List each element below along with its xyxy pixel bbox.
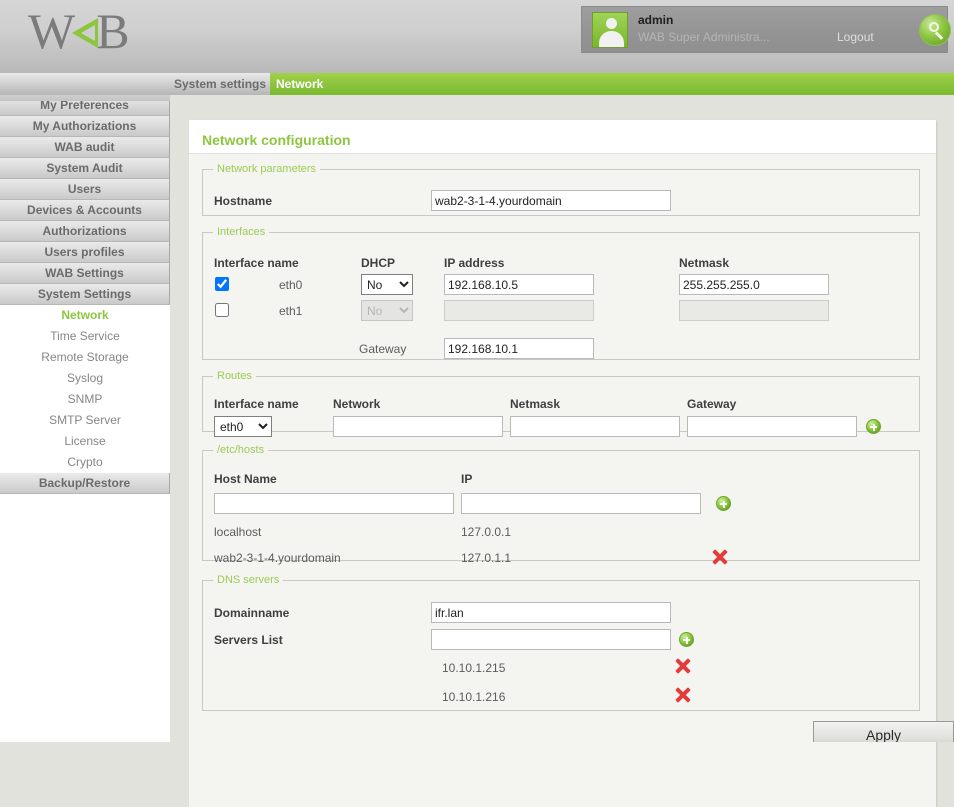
network-configuration-panel: Network configuration Network parameters…	[189, 120, 936, 807]
sidebar-subitem-snmp[interactable]: SNMP	[0, 389, 170, 410]
routes-col-gateway: Gateway	[687, 397, 737, 411]
route-gateway-input[interactable]	[687, 416, 857, 437]
sidebar-item-devices-accounts[interactable]: Devices & Accounts	[0, 200, 170, 221]
sidebar-item-my-authorizations[interactable]: My Authorizations	[0, 116, 170, 137]
sidebar-item-users-profiles[interactable]: Users profiles	[0, 242, 170, 263]
host-name-input[interactable]	[214, 493, 454, 514]
host-row-ip-0: 127.0.0.1	[461, 525, 512, 539]
logo-letter-w: W	[28, 3, 77, 59]
sidebar-item-system-audit[interactable]: System Audit	[0, 158, 170, 179]
apply-button[interactable]: Apply	[813, 721, 954, 742]
hostname-input[interactable]	[431, 190, 671, 211]
hosts-fieldset: /etc/hosts Host Name IP localhost 127.0.…	[202, 444, 920, 565]
interfaces-col-dhcp: DHCP	[361, 256, 396, 270]
network-parameters-legend: Network parameters	[217, 163, 317, 175]
dns-servers-legend: DNS servers	[217, 574, 280, 586]
key-icon[interactable]	[919, 14, 951, 46]
hosts-col-ip: IP	[461, 472, 473, 486]
delete-dns-server-icon-0[interactable]	[675, 658, 691, 674]
interface-enable-checkbox-eth1[interactable]	[215, 303, 229, 317]
routes-col-network: Network	[333, 397, 381, 411]
sidebar-subitem-crypto[interactable]: Crypto	[0, 452, 170, 473]
sidebar-subitem-smtp-server[interactable]: SMTP Server	[0, 410, 170, 431]
host-row-name-0: localhost	[214, 525, 262, 539]
sidebar-subitem-license[interactable]: License	[0, 431, 170, 452]
sidebar-subitem-syslog[interactable]: Syslog	[0, 368, 170, 389]
domainname-input[interactable]	[431, 602, 671, 623]
routes-col-interface-name: Interface name	[214, 397, 299, 411]
delete-dns-server-icon-1[interactable]	[675, 687, 691, 703]
delete-host-icon-1[interactable]	[712, 549, 728, 565]
hosts-legend: /etc/hosts	[217, 444, 265, 456]
route-netmask-input[interactable]	[510, 416, 680, 437]
interfaces-fieldset: Interfaces Interface name DHCP IP addres…	[202, 226, 920, 360]
routes-legend: Routes	[217, 370, 252, 382]
servers-list-label: Servers List	[214, 633, 283, 647]
gateway-label: Gateway	[359, 342, 407, 356]
app-logo: W B	[28, 2, 131, 60]
hostname-label: Hostname	[214, 194, 273, 208]
domainname-label: Domainname	[214, 606, 290, 620]
user-panel: admin WAB Super Administra... Logout	[581, 6, 951, 53]
host-ip-input[interactable]	[461, 493, 701, 514]
ip-address-input-eth1	[444, 300, 594, 321]
sidebar-top-divider	[0, 95, 170, 101]
page-title: Network configuration	[202, 132, 351, 148]
gateway-input[interactable]	[444, 338, 594, 359]
content-area: Network configuration Network parameters…	[170, 95, 954, 807]
breadcrumb-item-network[interactable]: Network	[276, 77, 323, 91]
dhcp-select-eth1: No	[361, 300, 413, 321]
route-network-input[interactable]	[333, 416, 503, 437]
logo-letter-b: B	[96, 3, 131, 59]
add-route-icon[interactable]	[866, 419, 881, 434]
interfaces-col-netmask: Netmask	[679, 256, 730, 270]
sidebar-subitem-remote-storage[interactable]: Remote Storage	[0, 347, 170, 368]
user-name: admin	[638, 13, 674, 27]
green-triangle-arrow-icon	[72, 18, 99, 48]
sidebar-item-backup-restore[interactable]: Backup/Restore	[0, 473, 170, 494]
add-host-icon[interactable]	[716, 496, 731, 511]
sidebar-item-wab-settings[interactable]: WAB Settings	[0, 263, 170, 284]
interfaces-col-interface-name: Interface name	[214, 256, 299, 270]
dhcp-select-eth0[interactable]: No	[361, 274, 413, 295]
interface-name-eth0: eth0	[279, 278, 303, 292]
interface-name-eth1: eth1	[279, 304, 303, 318]
dns-server-address-0: 10.10.1.215	[442, 661, 506, 675]
netmask-input-eth0[interactable]	[679, 274, 829, 295]
top-header-bar: W B admin WAB Super Administra... Logout	[0, 0, 954, 73]
hosts-col-host-name: Host Name	[214, 472, 277, 486]
add-dns-server-icon[interactable]	[679, 632, 694, 647]
sidebar-item-authorizations[interactable]: Authorizations	[0, 221, 170, 242]
sidebar-item-users[interactable]: Users	[0, 179, 170, 200]
sidebar-subitem-network[interactable]: Network	[0, 305, 170, 326]
interface-enable-checkbox-eth0[interactable]	[215, 277, 229, 291]
host-row-name-1: wab2-3-1-4.yourdomain	[214, 551, 341, 565]
routes-fieldset: Routes Interface name Network Netmask Ga…	[202, 370, 920, 437]
interfaces-col-ip-address: IP address	[444, 256, 505, 270]
sidebar-item-wab-audit[interactable]: WAB audit	[0, 137, 170, 158]
dns-server-address-1: 10.10.1.216	[442, 690, 506, 704]
user-avatar-icon	[592, 12, 628, 48]
breadcrumb: System settings Network	[0, 73, 954, 95]
apply-button-container: Apply	[813, 721, 954, 742]
network-parameters-fieldset: Network parameters Hostname	[202, 163, 920, 216]
logout-link[interactable]: Logout	[837, 30, 874, 44]
sidebar: My Preferences My Authorizations WAB aud…	[0, 95, 170, 742]
netmask-input-eth1	[679, 300, 829, 321]
panel-body: Network parameters Hostname Interfaces I…	[189, 153, 936, 807]
breadcrumb-item-system-settings[interactable]: System settings	[174, 77, 266, 91]
route-interface-select[interactable]: eth0	[214, 416, 272, 437]
interfaces-legend: Interfaces	[217, 226, 266, 238]
servers-list-input[interactable]	[431, 629, 671, 650]
routes-col-netmask: Netmask	[510, 397, 561, 411]
sidebar-item-system-settings[interactable]: System Settings	[0, 284, 170, 305]
user-role: WAB Super Administra...	[638, 30, 770, 44]
host-row-ip-1: 127.0.1.1	[461, 551, 512, 565]
dns-servers-fieldset: DNS servers Domainname Servers List 10.1…	[202, 574, 920, 711]
ip-address-input-eth0[interactable]	[444, 274, 594, 295]
sidebar-subitem-time-service[interactable]: Time Service	[0, 326, 170, 347]
